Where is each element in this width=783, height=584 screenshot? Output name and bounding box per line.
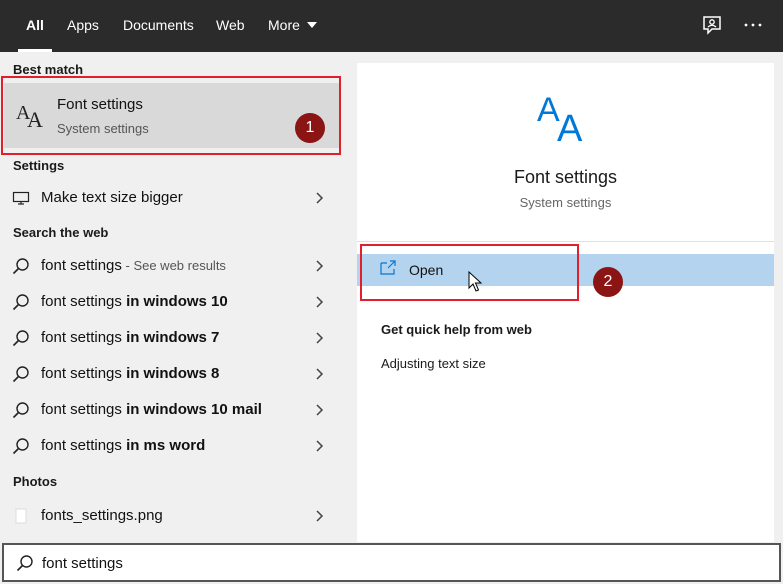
chevron-right-icon[interactable] [312, 331, 326, 345]
quick-help-heading: Get quick help from web [381, 322, 532, 337]
chevron-right-icon[interactable] [312, 191, 326, 205]
web-result-item[interactable]: font settings in windows 10 mail [0, 394, 345, 426]
annotation-badge-2: 2 [593, 267, 623, 297]
more-options-icon[interactable] [742, 14, 764, 36]
preview-title: Font settings [513, 167, 618, 187]
web-result-item[interactable]: font settings in ms word [0, 430, 345, 462]
svg-text:A: A [557, 108, 583, 143]
tab-more-label: More [268, 17, 300, 33]
open-button[interactable]: Open [357, 254, 774, 286]
web-result-query: font settings [41, 365, 127, 382]
results-list: Best match A A Font settings System sett… [0, 52, 345, 542]
chevron-right-icon[interactable] [312, 367, 326, 381]
best-match-subtitle: System settings [57, 121, 149, 136]
search-icon [12, 330, 29, 347]
chevron-right-icon[interactable] [312, 509, 326, 523]
search-icon [12, 258, 29, 275]
search-box [2, 543, 781, 582]
chevron-right-icon[interactable] [312, 439, 326, 453]
mouse-cursor-icon [468, 271, 482, 292]
image-file-icon [15, 508, 27, 524]
search-icon [12, 438, 29, 455]
web-result-query: font settings [41, 437, 127, 454]
photos-heading: Photos [13, 474, 58, 489]
web-result-label: font settings in windows 10 [41, 293, 228, 310]
best-match-title: Font settings [57, 96, 143, 113]
search-icon [12, 402, 29, 419]
preview-subtitle: System settings [519, 195, 612, 210]
web-result-hint: - See web results [121, 258, 226, 273]
best-match-heading: Best match [13, 62, 84, 77]
web-result-query: font settings [41, 329, 127, 346]
web-result-suggestion: in windows 10 mail [126, 401, 262, 418]
web-result-item[interactable]: font settings in windows 7 [0, 322, 345, 354]
web-result-label: font settings in windows 8 [41, 365, 219, 382]
search-input[interactable] [42, 553, 742, 573]
svg-text:A: A [27, 107, 43, 129]
font-aa-icon: A A [16, 102, 43, 129]
chevron-right-icon[interactable] [312, 403, 326, 417]
web-result-item[interactable]: font settings in windows 10 [0, 286, 345, 318]
chevron-right-icon[interactable] [312, 259, 326, 273]
search-icon [12, 294, 29, 311]
search-filter-bar: All Apps Documents Web More [0, 0, 783, 52]
web-result-query: font settings [41, 401, 127, 418]
divider [357, 241, 774, 242]
best-match-item[interactable]: A A Font settings System settings [4, 83, 339, 148]
settings-heading: Settings [13, 158, 65, 173]
web-result-suggestion: in windows 7 [126, 329, 220, 346]
web-result-query: font settings [41, 257, 122, 274]
web-result-query: font settings [41, 293, 127, 310]
open-icon [380, 260, 396, 275]
search-web-heading: Search the web [13, 225, 109, 240]
chevron-down-icon [306, 22, 317, 29]
settings-item-text-size[interactable]: Make text size bigger [0, 182, 345, 214]
tab-web[interactable]: Web [216, 0, 245, 52]
help-link-adjusting-text-size[interactable]: Adjusting text size [381, 356, 486, 371]
chevron-right-icon[interactable] [312, 295, 326, 309]
web-result-suggestion: in windows 10 [126, 293, 228, 310]
web-result-suggestion: in windows 8 [126, 365, 220, 382]
tab-apps[interactable]: Apps [67, 0, 99, 52]
web-result-label: font settings in ms word [41, 437, 205, 454]
display-icon [12, 191, 30, 205]
font-aa-icon: A A [537, 91, 583, 143]
preview-pane: A A Font settings System settings Open G… [357, 63, 774, 542]
tab-documents[interactable]: Documents [123, 0, 194, 52]
tab-more[interactable]: More [268, 0, 317, 52]
photo-item[interactable]: fonts_settings.png [0, 500, 345, 532]
search-icon [12, 366, 29, 383]
feedback-icon[interactable] [701, 14, 723, 36]
web-result-item[interactable]: font settings - See web results [0, 250, 345, 282]
web-result-label: font settings in windows 10 mail [41, 401, 262, 418]
search-icon [16, 555, 33, 572]
annotation-badge-1: 1 [295, 113, 325, 143]
web-result-label: font settings - See web results [41, 257, 226, 274]
tab-all[interactable]: All [18, 0, 52, 52]
photo-item-label: fonts_settings.png [41, 507, 163, 524]
open-label: Open [409, 262, 444, 278]
web-result-label: font settings in windows 7 [41, 329, 219, 346]
web-result-item[interactable]: font settings in windows 8 [0, 358, 345, 390]
web-result-suggestion: in ms word [126, 437, 206, 454]
settings-item-label: Make text size bigger [41, 189, 183, 206]
